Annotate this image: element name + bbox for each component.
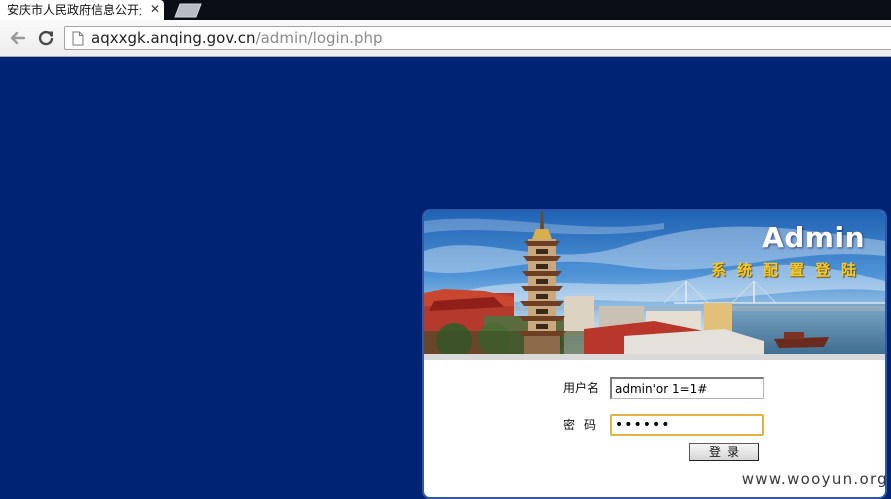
reload-icon xyxy=(38,30,54,46)
password-label: 密码 xyxy=(563,418,606,432)
password-input[interactable] xyxy=(610,414,764,436)
tab-close-icon[interactable]: ✕ xyxy=(150,2,160,16)
browser-tab[interactable]: 安庆市人民政府信息公开光 ✕ xyxy=(0,0,164,20)
url-path: /admin/login.php xyxy=(255,29,383,47)
address-bar[interactable]: aqxxgk.anqing.gov.cn/admin/login.php xyxy=(64,26,891,50)
tab-strip: 安庆市人民政府信息公开光 ✕ xyxy=(0,0,891,20)
url-host: aqxxgk.anqing.gov.cn xyxy=(91,29,256,47)
page-icon xyxy=(72,31,84,46)
banner-subtitle: 系统配置登陆 xyxy=(710,261,867,279)
banner-image: Admin 系统配置登陆 xyxy=(424,211,885,354)
tab-title: 安庆市人民政府信息公开光 xyxy=(7,3,141,17)
new-tab-button[interactable] xyxy=(174,3,202,18)
reload-button[interactable] xyxy=(36,28,56,48)
username-label: 用户名 xyxy=(563,381,600,395)
banner-title: Admin xyxy=(762,221,865,254)
url-text: aqxxgk.anqing.gov.cn/admin/login.php xyxy=(91,30,383,47)
watermark: www.wooyun.org xyxy=(741,470,888,488)
login-panel: Admin 系统配置登陆 用户名 密码 登录 xyxy=(422,209,887,499)
login-button[interactable]: 登录 xyxy=(689,443,759,461)
username-input[interactable] xyxy=(610,377,764,399)
back-arrow-icon xyxy=(10,31,26,45)
browser-toolbar: aqxxgk.anqing.gov.cn/admin/login.php xyxy=(0,20,891,57)
back-button[interactable] xyxy=(7,28,27,48)
banner-divider xyxy=(424,354,885,360)
